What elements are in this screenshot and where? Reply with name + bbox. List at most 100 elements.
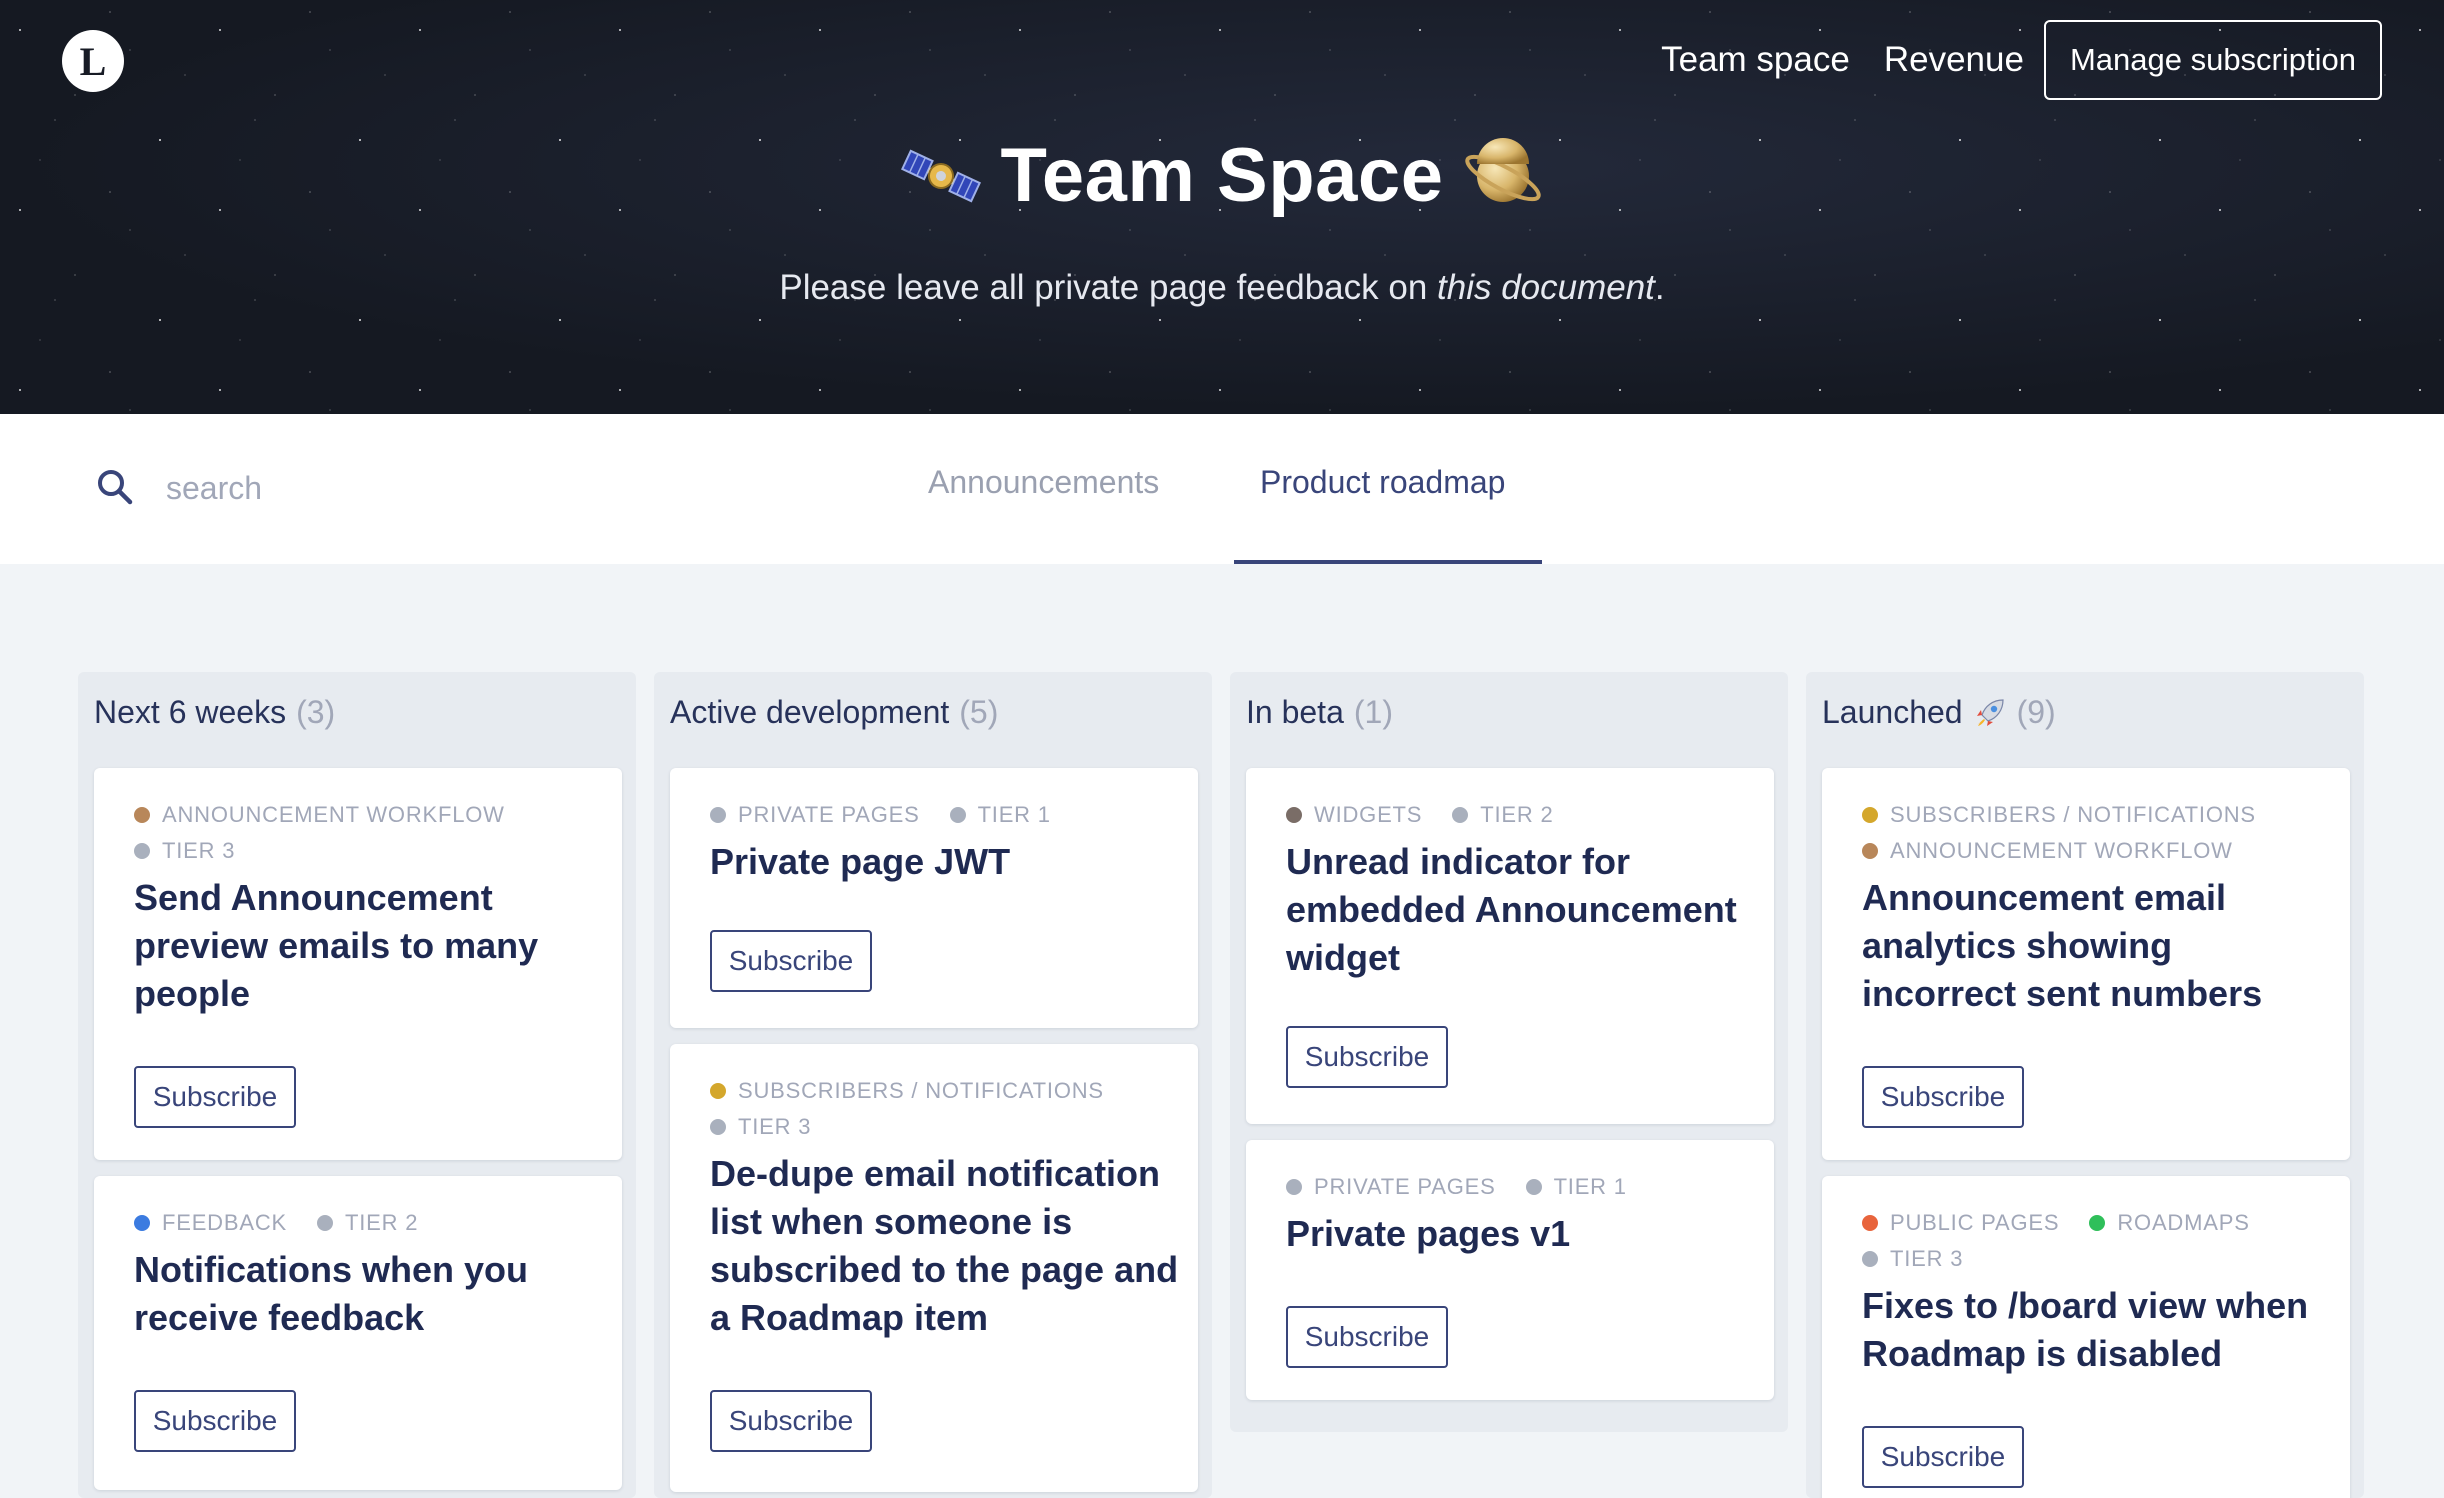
subscribe-button[interactable]: Subscribe	[1286, 1026, 1448, 1088]
column-count: (5)	[959, 694, 999, 730]
ringed-planet-icon	[1465, 137, 1542, 202]
tag-label: TIER 3	[1890, 1246, 1964, 1271]
nav-link-team-space[interactable]: Team space	[1661, 40, 1850, 80]
active-tab-indicator	[1234, 560, 1542, 564]
tag: TIER 1	[1525, 1174, 1627, 1200]
tag: SUBSCRIBERS / NOTIFICATIONS	[1862, 802, 2256, 828]
card-tags: PRIVATE PAGES TIER 1	[1286, 1174, 1746, 1200]
column-title: Active development	[670, 694, 950, 730]
column-title: Next 6 weeks	[94, 694, 287, 730]
page-title-row: Team Space	[0, 132, 2444, 219]
nav-link-revenue[interactable]: Revenue	[1884, 40, 2024, 80]
card-title[interactable]: Private page JWT	[710, 838, 1180, 886]
tag-label: WIDGETS	[1314, 802, 1423, 827]
column-next-6-weeks: Next 6 weeks (3) ANNOUNCEMENT WORKFLOW T…	[78, 672, 636, 1498]
tag-label: FEEDBACK	[162, 1210, 287, 1235]
tag-dot	[1286, 1179, 1302, 1195]
tag-label: ROADMAPS	[2117, 1210, 2250, 1235]
column-header: Active development (5)	[670, 694, 998, 731]
tag-label: TIER 2	[1480, 802, 1554, 827]
roadmap-card[interactable]: PRIVATE PAGES TIER 1 Private pages v1 Su…	[1246, 1140, 1774, 1400]
tag-dot	[134, 807, 150, 823]
tag: FEEDBACK	[134, 1210, 287, 1236]
subscribe-button[interactable]: Subscribe	[710, 1390, 872, 1452]
column-active-development: Active development (5) PRIVATE PAGES TIE…	[654, 672, 1212, 1498]
tag-dot	[134, 843, 150, 859]
subscribe-button[interactable]: Subscribe	[134, 1066, 296, 1128]
tag: TIER 3	[710, 1114, 811, 1140]
card-tags: PRIVATE PAGES TIER 1	[710, 802, 1170, 828]
column-launched: Launched (9) SUBSCRIBERS / NOTIFICATIONS…	[1806, 672, 2364, 1498]
card-tags: WIDGETS TIER 2	[1286, 802, 1746, 828]
column-count: (9)	[2016, 694, 2056, 730]
tag-dot	[1525, 1179, 1542, 1195]
tab-product-roadmap[interactable]: Product roadmap	[1260, 464, 1505, 501]
card-title[interactable]: Notifications when you receive feedback	[134, 1246, 604, 1342]
subscribe-button[interactable]: Subscribe	[1862, 1066, 2024, 1128]
roadmap-card[interactable]: ANNOUNCEMENT WORKFLOW TIER 3 Send Announ…	[94, 768, 622, 1160]
search-icon[interactable]	[96, 468, 134, 506]
search-input[interactable]	[166, 460, 726, 516]
tag-dot	[949, 807, 966, 823]
tag-dot	[1862, 807, 1878, 823]
subscribe-button[interactable]: Subscribe	[1862, 1426, 2024, 1488]
tag: PRIVATE PAGES	[710, 802, 920, 828]
subtitle-suffix: .	[1654, 268, 1665, 307]
tag: WIDGETS	[1286, 802, 1422, 828]
tag: TIER 1	[949, 802, 1051, 828]
roadmap-card[interactable]: FEEDBACK TIER 2 Notifications when you r…	[94, 1176, 622, 1490]
tag: TIER 3	[134, 838, 235, 864]
roadmap-card[interactable]: WIDGETS TIER 2 Unread indicator for embe…	[1246, 768, 1774, 1124]
tag-dot	[134, 1215, 150, 1231]
feedback-document-link[interactable]: this document	[1437, 268, 1655, 307]
tag-dot	[1862, 843, 1878, 859]
column-header: Launched (9)	[1822, 694, 2056, 731]
tag-label: TIER 1	[977, 802, 1051, 827]
roadmap-card[interactable]: PRIVATE PAGES TIER 1 Private page JWT Su…	[670, 768, 1198, 1028]
rocket-icon	[1976, 698, 2004, 726]
top-nav: Team space Revenue Manage subscription	[1661, 20, 2382, 100]
tag-dot	[710, 807, 726, 823]
tag-label: PUBLIC PAGES	[1890, 1210, 2060, 1235]
tag-label: PRIVATE PAGES	[1314, 1174, 1496, 1199]
tag-dot	[1452, 807, 1469, 823]
tag: TIER 2	[316, 1210, 418, 1236]
card-title[interactable]: Announcement email analytics showing inc…	[1862, 874, 2332, 1018]
tag-dot	[1286, 807, 1302, 823]
roadmap-card[interactable]: PUBLIC PAGES ROADMAPS TIER 3 Fixes to /b…	[1822, 1176, 2350, 1498]
column-header: Next 6 weeks (3)	[94, 694, 335, 731]
subscribe-button[interactable]: Subscribe	[710, 930, 872, 992]
card-tags: SUBSCRIBERS / NOTIFICATIONS ANNOUNCEMENT…	[1862, 802, 2322, 864]
hero-banner: L Team space Revenue Manage subscription…	[0, 0, 2444, 414]
tag: TIER 2	[1452, 802, 1553, 828]
tag-dot	[1862, 1251, 1878, 1267]
subtitle-text: Please leave all private page feedback o…	[779, 268, 1438, 307]
tag-label: SUBSCRIBERS / NOTIFICATIONS	[738, 1078, 1104, 1103]
card-tags: ANNOUNCEMENT WORKFLOW TIER 3	[134, 802, 594, 864]
roadmap-card[interactable]: SUBSCRIBERS / NOTIFICATIONS ANNOUNCEMENT…	[1822, 768, 2350, 1160]
manage-subscription-button[interactable]: Manage subscription	[2043, 20, 2382, 100]
tag-dot	[1862, 1215, 1878, 1231]
logo[interactable]: L	[62, 30, 124, 92]
subscribe-button[interactable]: Subscribe	[1286, 1306, 1448, 1368]
card-title[interactable]: Private pages v1	[1286, 1210, 1756, 1258]
tag-dot	[2089, 1215, 2106, 1231]
column-title: In beta	[1246, 694, 1344, 730]
subscribe-button[interactable]: Subscribe	[134, 1390, 296, 1452]
tag: TIER 3	[1862, 1246, 1963, 1272]
tag: PUBLIC PAGES	[1862, 1210, 2059, 1236]
tab-announcements[interactable]: Announcements	[928, 464, 1159, 501]
tag-label: TIER 3	[738, 1114, 812, 1139]
tag-label: TIER 1	[1553, 1174, 1627, 1199]
tag-label: TIER 3	[162, 838, 236, 863]
card-title[interactable]: De-dupe email notification list when som…	[710, 1150, 1180, 1342]
page-title: Team Space	[1000, 133, 1444, 218]
card-title[interactable]: Fixes to /board view when Roadmap is dis…	[1862, 1282, 2332, 1378]
card-title[interactable]: Unread indicator for embedded Announceme…	[1286, 838, 1756, 982]
column-count: (1)	[1353, 694, 1393, 730]
card-title[interactable]: Send Announcement preview emails to many…	[134, 874, 604, 1018]
roadmap-card[interactable]: SUBSCRIBERS / NOTIFICATIONS TIER 3 De-du…	[670, 1044, 1198, 1492]
tag: ROADMAPS	[2089, 1210, 2249, 1236]
card-tags: PUBLIC PAGES ROADMAPS TIER 3	[1862, 1210, 2322, 1272]
card-tags: FEEDBACK TIER 2	[134, 1210, 594, 1236]
